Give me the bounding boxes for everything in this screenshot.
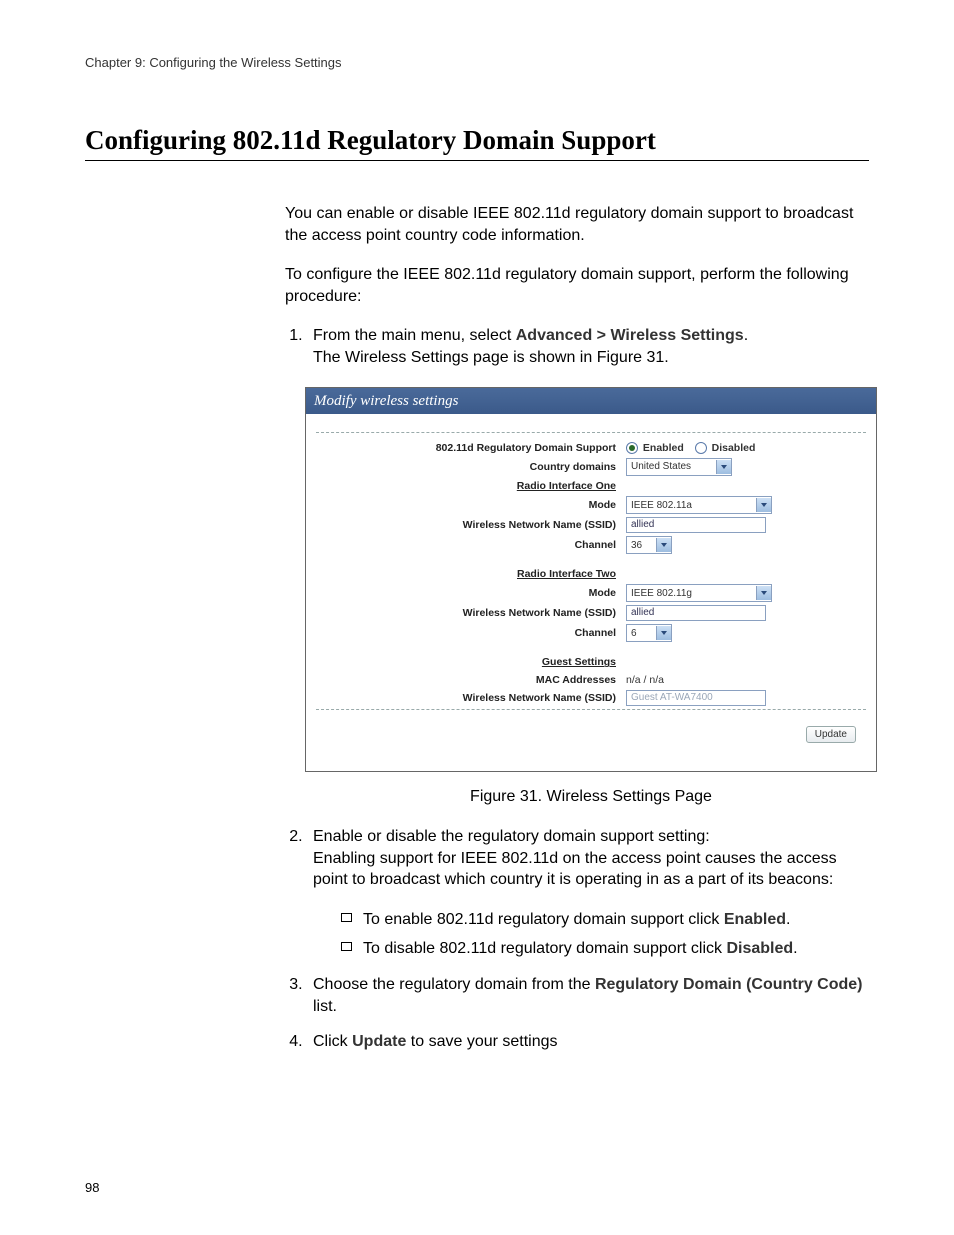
label-mac: MAC Addresses — [316, 673, 626, 687]
label-ssid-2: Wireless Network Name (SSID) — [316, 606, 626, 620]
chevron-down-icon — [756, 586, 771, 600]
label-channel-1: Channel — [316, 538, 626, 552]
input-ssid-2[interactable]: allied — [626, 605, 766, 621]
label-mode-2: Mode — [316, 586, 626, 600]
step-1-sub: The Wireless Settings page is shown in F… — [313, 347, 869, 369]
page-title: Configuring 802.11d Regulatory Domain Su… — [85, 125, 869, 161]
input-ssid-1[interactable]: allied — [626, 517, 766, 533]
value-mac: n/a / n/a — [626, 673, 664, 687]
page-number: 98 — [85, 1180, 99, 1195]
label-channel-2: Channel — [316, 626, 626, 640]
chevron-down-icon — [716, 460, 731, 474]
radio-enabled[interactable] — [626, 442, 638, 454]
intro-paragraph-1: You can enable or disable IEEE 802.11d r… — [285, 203, 869, 246]
label-mode-1: Mode — [316, 498, 626, 512]
figure-caption: Figure 31. Wireless Settings Page — [313, 786, 869, 808]
select-mode-1[interactable]: IEEE 802.11a — [626, 496, 772, 514]
label-country: Country domains — [316, 460, 626, 474]
step-2-sub: Enabling support for IEEE 802.11d on the… — [313, 848, 869, 891]
update-button[interactable]: Update — [806, 726, 856, 744]
step-2: Enable or disable the regulatory domain … — [307, 826, 869, 960]
chevron-down-icon — [756, 498, 771, 512]
radio-disabled[interactable] — [695, 442, 707, 454]
step-1: From the main menu, select Advanced > Wi… — [307, 325, 869, 808]
label-ssid-1: Wireless Network Name (SSID) — [316, 518, 626, 532]
step-4: Click Update to save your settings — [307, 1031, 869, 1053]
figure-wireless-settings: Modify wireless settings 802.11d Regulat… — [305, 387, 877, 773]
chapter-header: Chapter 9: Configuring the Wireless Sett… — [85, 55, 869, 70]
radio-disabled-label: Disabled — [712, 442, 756, 454]
select-mode-2[interactable]: IEEE 802.11g — [626, 584, 772, 602]
chevron-down-icon — [656, 538, 671, 552]
section-guest: Guest Settings — [316, 655, 626, 669]
bullet-disable: To disable 802.11d regulatory domain sup… — [341, 938, 869, 960]
section-radio-one: Radio Interface One — [316, 479, 626, 493]
select-channel-2[interactable]: 6 — [626, 624, 672, 642]
intro-paragraph-2: To configure the IEEE 802.11d regulatory… — [285, 264, 869, 307]
label-regulatory: 802.11d Regulatory Domain Support — [316, 441, 626, 455]
select-channel-1[interactable]: 36 — [626, 536, 672, 554]
section-radio-two: Radio Interface Two — [316, 567, 626, 581]
select-country[interactable]: United States — [626, 458, 732, 476]
input-guest-ssid[interactable]: Guest AT-WA7400 — [626, 690, 766, 706]
panel-title: Modify wireless settings — [306, 388, 876, 414]
bullet-enable: To enable 802.11d regulatory domain supp… — [341, 909, 869, 931]
label-guest-ssid: Wireless Network Name (SSID) — [316, 691, 626, 705]
chevron-down-icon — [656, 626, 671, 640]
step-3: Choose the regulatory domain from the Re… — [307, 974, 869, 1017]
radio-enabled-label: Enabled — [643, 442, 684, 454]
